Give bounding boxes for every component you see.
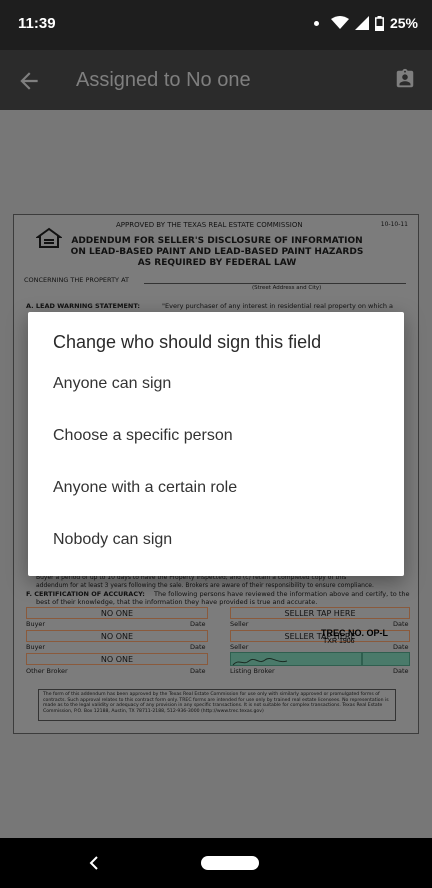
listing-broker-date-field[interactable] xyxy=(362,652,410,666)
status-icons: 25% xyxy=(313,15,418,31)
street-caption: (Street Address and City) xyxy=(252,285,322,291)
buyer-label: Buyer xyxy=(26,643,46,651)
other-broker-signature-field[interactable]: NO ONE xyxy=(26,653,208,665)
option-anyone-can-sign[interactable]: Anyone can sign xyxy=(28,360,404,412)
app-bar: Assigned to No one xyxy=(0,50,432,110)
notification-dot-icon xyxy=(313,20,319,26)
certification-text-2: best of their knowledge, that the inform… xyxy=(36,598,318,606)
address-line xyxy=(144,283,406,284)
lead-warning-text: "Every purchaser of any interest in resi… xyxy=(162,302,394,310)
certification-text: The following persons have reviewed the … xyxy=(154,590,410,598)
date-label: Date xyxy=(393,643,409,651)
arrow-left-icon[interactable] xyxy=(16,68,42,94)
signal-icon xyxy=(354,16,369,30)
seller-signature-field[interactable]: SELLER TAP HERE xyxy=(230,607,410,619)
form-date: 10-10-11 xyxy=(380,221,408,228)
concerning-label: CONCERNING THE PROPERTY AT xyxy=(24,276,129,284)
lead-warning-label: A. LEAD WARNING STATEMENT: xyxy=(26,302,141,310)
date-label: Date xyxy=(393,620,409,628)
option-label: Nobody can sign xyxy=(53,531,173,548)
option-specific-person[interactable]: Choose a specific person xyxy=(28,412,404,464)
battery-icon xyxy=(374,15,384,31)
date-label: Date xyxy=(393,667,409,675)
home-pill[interactable] xyxy=(201,856,259,870)
buyer-signature-field[interactable]: NO ONE xyxy=(26,630,208,642)
status-time: 11:39 xyxy=(18,15,56,32)
option-label: Anyone with a certain role xyxy=(53,479,238,496)
dialog-title: Change who should sign this field xyxy=(53,332,322,352)
system-nav-bar xyxy=(0,838,432,888)
wifi-icon xyxy=(330,16,349,29)
listing-broker-label: Listing Broker xyxy=(230,667,275,675)
txr-number: TXR 1906 xyxy=(323,638,355,645)
seller-label: Seller xyxy=(230,643,249,651)
option-label: Choose a specific person xyxy=(53,427,233,444)
assign-signer-dialog: Change who should sign this field Anyone… xyxy=(28,312,404,576)
buyer-signature-field[interactable]: NO ONE xyxy=(26,607,208,619)
option-nobody-can-sign[interactable]: Nobody can sign xyxy=(28,516,404,568)
battery-percent: 25% xyxy=(389,15,418,31)
nav-back-icon[interactable] xyxy=(86,854,102,872)
approved-text: APPROVED BY THE TEXAS REAL ESTATE COMMIS… xyxy=(116,221,303,229)
contact-card-icon[interactable] xyxy=(394,68,416,90)
clause-line-2: addendum for at least 3 years following … xyxy=(36,582,374,589)
trec-notice: The form of this addendum has been appro… xyxy=(38,689,396,721)
trec-number: TREC NO. OP-L xyxy=(321,628,388,638)
date-label: Date xyxy=(190,620,206,628)
status-bar: 11:39 25% xyxy=(0,0,432,50)
seller-label: Seller xyxy=(230,620,249,628)
certification-label: F. CERTIFICATION OF ACCURACY: xyxy=(26,590,145,598)
other-broker-label: Other Broker xyxy=(26,667,68,675)
date-label: Date xyxy=(190,667,206,675)
listing-broker-signature xyxy=(230,652,362,666)
heading-line-1: ADDENDUM FOR SELLER'S DISCLOSURE OF INFO… xyxy=(71,236,363,246)
date-label: Date xyxy=(190,643,206,651)
heading-line-3: AS REQUIRED BY FEDERAL LAW xyxy=(137,258,297,268)
heading-line-2: ON LEAD-BASED PAINT AND LEAD-BASED PAINT… xyxy=(70,247,364,257)
page-title: Assigned to No one xyxy=(76,69,251,91)
option-label: Anyone can sign xyxy=(53,375,172,392)
option-certain-role[interactable]: Anyone with a certain role xyxy=(28,464,404,516)
buyer-label: Buyer xyxy=(26,620,46,628)
